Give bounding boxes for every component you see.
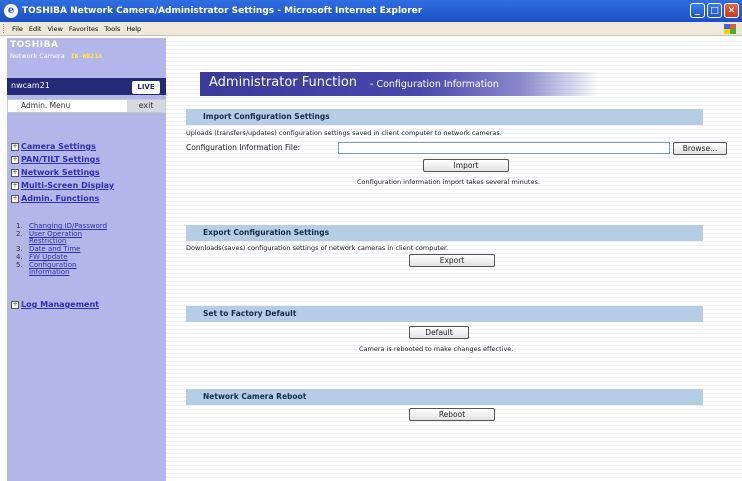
- nav-camera-settings[interactable]: + Camera Settings: [11, 142, 96, 151]
- camera-row: nwcam21 LIVE: [7, 78, 166, 95]
- page-title: Administrator Function: [209, 75, 358, 90]
- nav-label: Multi-Screen Display: [21, 181, 115, 190]
- import-button[interactable]: Import: [423, 159, 509, 172]
- window-titlebar: e TOSHIBA Network Camera/Administrator S…: [0, 0, 742, 22]
- nav-label: PAN/TILT Settings: [21, 155, 101, 164]
- nav-label: Admin. Functions: [21, 194, 100, 203]
- admin-menu-label: Admin. Menu: [21, 101, 71, 110]
- nav-label: Camera Settings: [21, 142, 96, 151]
- browse-button[interactable]: Browse...: [673, 142, 727, 155]
- maximize-icon[interactable]: □: [707, 3, 722, 18]
- menu-help[interactable]: Help: [126, 25, 141, 33]
- expand-icon: +: [11, 169, 19, 177]
- export-button[interactable]: Export: [409, 254, 495, 267]
- product-name: Network Camera: [10, 52, 65, 60]
- nav-pan-tilt-settings[interactable]: + PAN/TILT Settings: [11, 155, 100, 164]
- windows-logo-icon: [724, 24, 736, 34]
- live-button[interactable]: LIVE: [132, 81, 160, 94]
- page-banner: Administrator Function - Configuration I…: [200, 72, 600, 96]
- nav-multi-screen-display[interactable]: + Multi-Screen Display: [11, 181, 114, 190]
- brand-logo: TOSHIBA: [10, 40, 59, 50]
- menu-file[interactable]: File: [12, 25, 23, 33]
- exit-button[interactable]: exit: [127, 100, 165, 112]
- expand-icon: +: [11, 156, 19, 164]
- admin-menu-row: Admin. Menu exit: [7, 99, 166, 113]
- window-title: TOSHIBA Network Camera/Administrator Set…: [22, 6, 423, 16]
- nav-admin-functions[interactable]: + Admin. Functions: [11, 194, 99, 203]
- config-file-label: Configuration Information File:: [186, 143, 301, 152]
- toolbar-grip: [3, 24, 6, 33]
- page-subtitle: - Configuration Information: [370, 79, 499, 90]
- product-line: Network Camera IK-WB21A: [10, 52, 102, 60]
- factory-default-note: Camera is rebooted to make changes effec…: [359, 345, 514, 353]
- nav-log-management[interactable]: + Log Management: [11, 300, 99, 309]
- nav-label: Network Settings: [21, 168, 100, 177]
- expand-icon: +: [11, 182, 19, 190]
- export-section-heading: Export Configuration Settings: [186, 225, 703, 241]
- expand-icon: +: [11, 195, 19, 203]
- minimize-icon[interactable]: _: [690, 3, 705, 18]
- window-controls: _ □ ✕: [690, 3, 739, 18]
- nav-label: Log Management: [21, 300, 99, 309]
- main-content: Administrator Function - Configuration I…: [166, 38, 742, 481]
- import-description: Uploads (transfers/updates) configuratio…: [186, 129, 502, 137]
- factory-default-section-heading: Set to Factory Default: [186, 306, 703, 322]
- default-button[interactable]: Default: [409, 326, 469, 339]
- model-name: IK-WB21A: [70, 52, 103, 60]
- menu-bar: File Edit View Favorites Tools Help: [0, 22, 742, 36]
- camera-name: nwcam21: [11, 81, 50, 90]
- menu-edit[interactable]: Edit: [29, 25, 42, 33]
- sidebar: TOSHIBA Network Camera IK-WB21A nwcam21 L…: [7, 38, 166, 481]
- expand-icon: +: [11, 301, 19, 309]
- expand-icon: +: [11, 143, 19, 151]
- menu-view[interactable]: View: [47, 25, 62, 33]
- ie-icon: e: [4, 4, 18, 18]
- reboot-button[interactable]: Reboot: [409, 408, 495, 421]
- close-icon[interactable]: ✕: [724, 3, 739, 18]
- import-note: Configuration information import takes s…: [357, 178, 540, 186]
- export-description: Downloads(saves) configuration settings …: [186, 244, 449, 252]
- config-file-input[interactable]: [338, 142, 670, 154]
- import-section-heading: Import Configuration Settings: [186, 109, 703, 125]
- menu-tools[interactable]: Tools: [104, 25, 120, 33]
- nav-network-settings[interactable]: + Network Settings: [11, 168, 100, 177]
- menu-favorites[interactable]: Favorites: [69, 25, 98, 33]
- reboot-section-heading: Network Camera Reboot: [186, 389, 703, 405]
